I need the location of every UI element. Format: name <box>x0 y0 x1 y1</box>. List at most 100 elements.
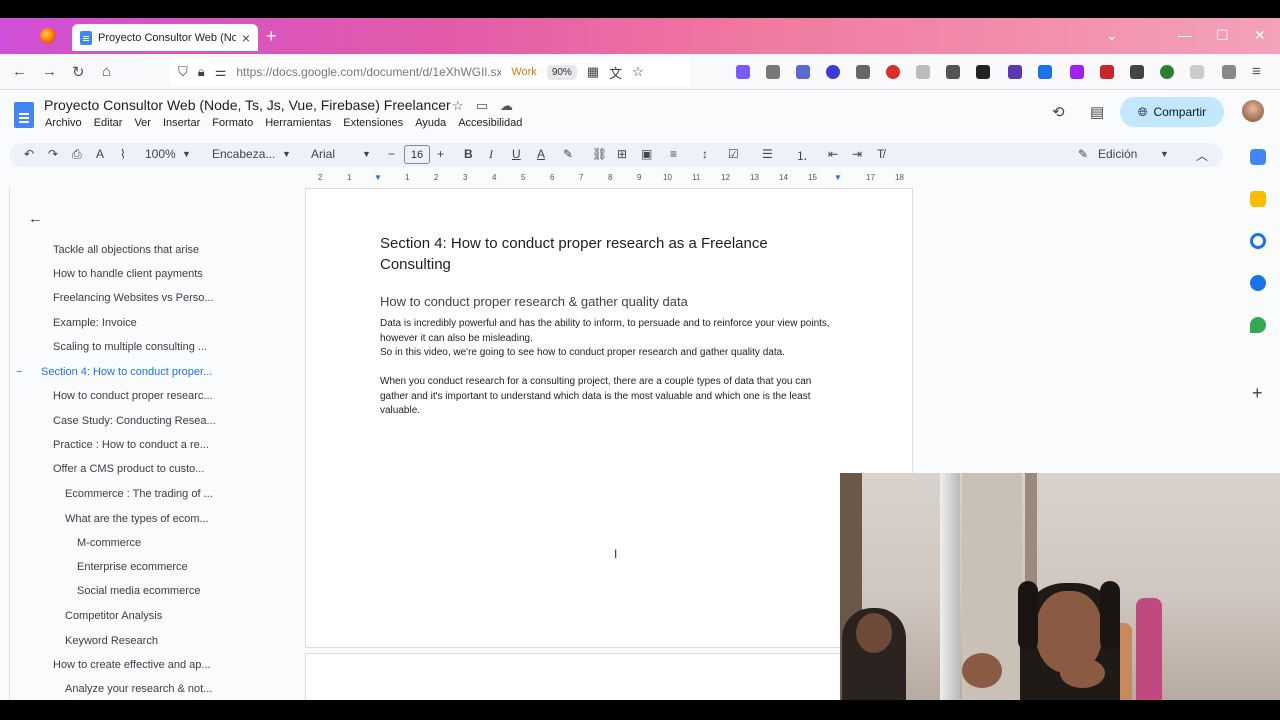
menu-extensiones[interactable]: Extensiones <box>343 117 403 129</box>
outline-item[interactable]: Enterprise ecommerce <box>77 561 188 573</box>
forward-icon[interactable]: → <box>42 63 57 80</box>
extensions-puzzle-icon[interactable] <box>1222 65 1236 79</box>
font-select[interactable]: Arial <box>311 147 335 161</box>
pencil-icon[interactable]: ✎ <box>1078 147 1088 161</box>
chevron-down-icon[interactable]: ▼ <box>182 149 191 159</box>
history-icon[interactable]: ⟲ <box>1052 103 1065 121</box>
move-folder-icon[interactable]: ▭ <box>476 98 488 114</box>
menu-editar[interactable]: Editar <box>94 117 123 129</box>
library-icon[interactable] <box>766 65 780 79</box>
plus-icon[interactable]: + <box>1252 383 1263 404</box>
outline-item[interactable]: Case Study: Conducting Resea... <box>53 415 216 427</box>
spellcheck-icon[interactable]: A <box>96 147 104 161</box>
permissions-icon[interactable]: ⚌ <box>215 64 227 80</box>
decrease-indent-icon[interactable]: ⇤ <box>828 147 838 161</box>
extension-new-icon[interactable] <box>1100 65 1114 79</box>
extension-b-icon[interactable] <box>1070 65 1084 79</box>
chevron-down-icon[interactable]: ▼ <box>1160 149 1169 159</box>
outline-item[interactable]: Offer a CMS product to custo... <box>53 463 204 475</box>
home-icon[interactable]: ⌂ <box>102 63 111 80</box>
line-spacing-icon[interactable]: ↕ <box>702 147 708 161</box>
paragraph[interactable]: When you conduct research for a consulti… <box>380 375 840 419</box>
outline-item[interactable]: Analyze your research & not... <box>65 683 212 695</box>
clear-format-icon[interactable]: T̸ <box>877 147 884 161</box>
adblock-icon[interactable] <box>886 65 900 79</box>
collapse-dash-icon[interactable]: − <box>16 366 22 378</box>
avatar[interactable] <box>1242 100 1264 122</box>
menu-herramientas[interactable]: Herramientas <box>265 117 331 129</box>
indent-marker-icon[interactable]: ▼ <box>374 173 382 182</box>
extension-gray-icon[interactable] <box>1190 65 1204 79</box>
text-color-icon[interactable]: A <box>537 147 545 161</box>
document-page[interactable]: Section 4: How to conduct proper researc… <box>305 188 913 648</box>
outline-item[interactable]: Example: Invoice <box>53 317 137 329</box>
bold-icon[interactable]: B <box>464 147 473 161</box>
tab-list-dropdown-icon[interactable]: ⌄ <box>1106 27 1118 44</box>
checklist-icon[interactable]: ☑ <box>728 147 739 161</box>
docs-logo-icon[interactable] <box>14 102 34 128</box>
menu-insertar[interactable]: Insertar <box>163 117 200 129</box>
cloud-saved-icon[interactable]: ☁ <box>500 98 513 114</box>
underline-icon[interactable]: U <box>512 147 521 161</box>
print-icon[interactable]: ⎙ <box>72 147 82 162</box>
outline-item[interactable]: Scaling to multiple consulting ... <box>53 341 207 353</box>
url-bar[interactable]: ⛉ 🔒︎ ⚌ https://docs.google.com/document/… <box>170 58 690 86</box>
close-window-button[interactable]: ✕ <box>1254 27 1266 44</box>
lock-icon[interactable]: 🔒︎ <box>198 64 205 80</box>
font-size-input[interactable]: 16 <box>404 145 430 164</box>
italic-icon[interactable]: I <box>489 147 493 162</box>
heading-1[interactable]: Section 4: How to conduct proper researc… <box>380 233 840 275</box>
add-comment-icon[interactable]: ⊞ <box>617 147 627 161</box>
tasks-icon[interactable] <box>1250 233 1266 249</box>
style-select[interactable]: Encabeza... <box>212 147 275 161</box>
right-indent-marker-icon[interactable]: ▼ <box>834 173 842 182</box>
extension-k-icon[interactable] <box>916 65 930 79</box>
zoom-select[interactable]: 100% <box>145 147 176 161</box>
increase-font-icon[interactable]: + <box>437 147 444 161</box>
outline-item[interactable]: Competitor Analysis <box>65 610 162 622</box>
extension-v-icon[interactable] <box>946 65 960 79</box>
outline-item[interactable]: Keyword Research <box>65 635 158 647</box>
container-tag[interactable]: Work <box>511 66 536 78</box>
reload-icon[interactable]: ↻ <box>72 63 85 81</box>
menu-ver[interactable]: Ver <box>134 117 151 129</box>
menu-ayuda[interactable]: Ayuda <box>415 117 446 129</box>
extension-purple-icon[interactable] <box>1008 65 1022 79</box>
paragraph[interactable]: Data is incredibly powerful and has the … <box>380 317 840 346</box>
calendar-icon[interactable] <box>1250 149 1266 165</box>
download-icon[interactable] <box>856 65 870 79</box>
link-icon[interactable]: ⛓ <box>592 147 607 161</box>
outline-item[interactable]: Freelancing Websites vs Perso... <box>53 292 214 304</box>
outline-item[interactable]: Ecommerce : The trading of ... <box>65 488 213 500</box>
align-icon[interactable]: ≡ <box>670 147 677 161</box>
paragraph[interactable]: So in this video, we're going to see how… <box>380 346 840 361</box>
decrease-font-icon[interactable]: − <box>388 147 395 161</box>
image-icon[interactable]: ▣ <box>641 147 652 161</box>
menu-accesibilidad[interactable]: Accesibilidad <box>458 117 522 129</box>
qr-icon[interactable]: ▦ <box>587 64 599 80</box>
paint-format-icon[interactable]: ⌇ <box>120 147 126 161</box>
outline-item[interactable]: How to handle client payments <box>53 268 203 280</box>
heading-2[interactable]: How to conduct proper research & gather … <box>380 294 688 309</box>
minimize-button[interactable]: — <box>1178 27 1192 43</box>
chevron-down-icon[interactable]: ▼ <box>282 149 291 159</box>
increase-indent-icon[interactable]: ⇥ <box>852 147 862 161</box>
shield-icon[interactable]: ⛉ <box>178 64 188 80</box>
translate-icon[interactable]: 文 <box>609 63 622 82</box>
extension-green-icon[interactable] <box>1160 65 1174 79</box>
outline-item[interactable]: How to conduct proper researc... <box>53 390 213 402</box>
tab-close-icon[interactable]: × <box>242 30 250 46</box>
url-text[interactable]: https://docs.google.com/document/d/1eXhW… <box>236 65 501 79</box>
collapse-menu-icon[interactable]: ︿ <box>1196 147 1208 164</box>
outline-item[interactable]: M-commerce <box>77 537 141 549</box>
browser-tab[interactable]: Proyecto Consultor Web (Node × <box>72 24 258 51</box>
back-arrow-icon[interactable]: ← <box>28 210 43 227</box>
menu-formato[interactable]: Formato <box>212 117 253 129</box>
pocket-icon[interactable] <box>736 65 750 79</box>
comment-icon[interactable]: ▤ <box>1090 103 1104 121</box>
redo-icon[interactable]: ↷ <box>48 147 58 161</box>
outline-item[interactable]: Social media ecommerce <box>77 585 201 597</box>
horizontal-ruler[interactable]: 2 1 ▼ 1 2 3 4 5 6 7 8 9 10 11 12 13 14 1… <box>306 173 912 187</box>
chevron-down-icon[interactable]: ▼ <box>362 149 371 159</box>
outline-item[interactable]: Tackle all objections that arise <box>53 244 199 256</box>
